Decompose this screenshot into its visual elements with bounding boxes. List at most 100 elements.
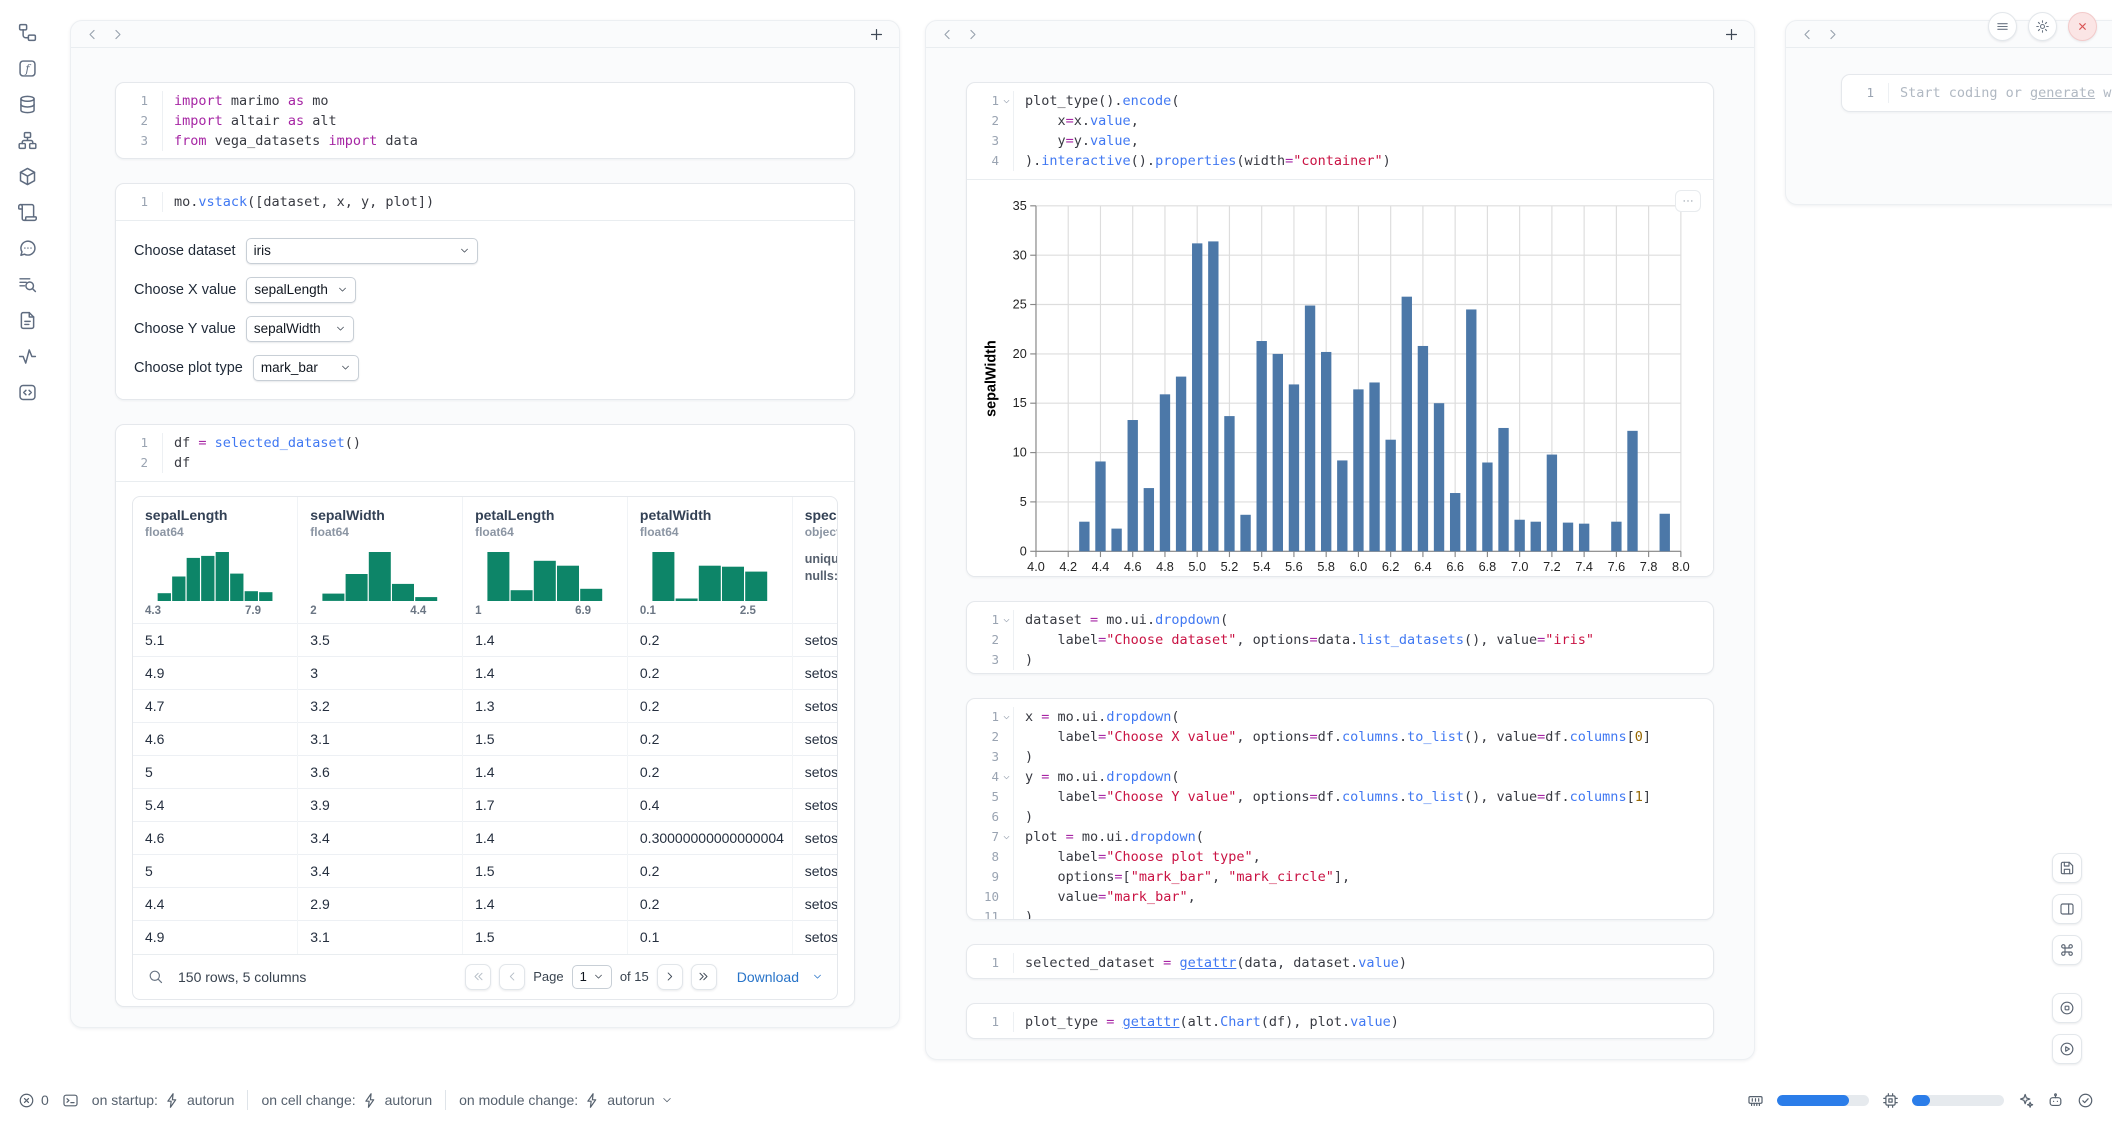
last-page-button[interactable] [691, 964, 717, 990]
column-histogram[interactable] [145, 549, 285, 601]
column-histogram[interactable] [475, 549, 615, 601]
fold-icon[interactable] [999, 610, 1013, 630]
documentation-icon [17, 310, 38, 331]
table-row[interactable]: 5.13.51.40.2setosa [133, 624, 837, 657]
menu-button[interactable] [1988, 12, 2017, 41]
code-line: 1import marimo as mo [122, 91, 844, 111]
code-line: 5 label="Choose Y value", options=df.col… [973, 787, 1703, 807]
cell-plot: 1plot_type().encode(2 x=x.value,3 y=y.va… [966, 82, 1714, 577]
column-histogram[interactable] [640, 549, 780, 601]
hamburger-icon [1995, 19, 2010, 34]
column-header[interactable]: sepalWidthfloat6424.4 [298, 497, 463, 624]
chevron-right-icon[interactable] [965, 27, 980, 42]
download-button[interactable]: Download [737, 969, 823, 985]
y-value-dropdown[interactable]: sepalWidth [246, 316, 354, 342]
tool-rail: f [0, 0, 54, 403]
svg-text:4.8: 4.8 [1156, 560, 1174, 574]
svg-text:7.6: 7.6 [1608, 560, 1626, 574]
table-row[interactable]: 4.73.21.30.2setosa [133, 690, 837, 723]
sidebar-documentation-button[interactable] [17, 310, 38, 331]
sidebar-tracing-button[interactable] [17, 346, 38, 367]
file-tree-icon [17, 22, 38, 43]
fold-icon[interactable] [999, 91, 1013, 111]
table-row[interactable]: 4.63.41.40.30000000000000004setosa [133, 822, 837, 855]
add-column-button[interactable] [1723, 26, 1740, 43]
column-header[interactable]: petalWidthfloat640.12.5 [627, 497, 792, 624]
layout-button[interactable] [2052, 894, 2082, 924]
table-row[interactable]: 53.61.40.2setosa [133, 756, 837, 789]
copilot-button[interactable] [2047, 1092, 2064, 1109]
code-line: 4y = mo.ui.dropdown( [973, 767, 1703, 787]
code-editor-vstack[interactable]: 1mo.vstack([dataset, x, y, plot]) [116, 184, 854, 220]
code-editor-dataframe[interactable]: 1df = selected_dataset()2df [116, 425, 854, 481]
prev-page-button[interactable] [499, 964, 525, 990]
column-histogram[interactable] [310, 549, 450, 601]
chevron-right-icon[interactable] [1825, 27, 1840, 42]
terminal-button[interactable] [62, 1092, 79, 1109]
on-cell-change-setting[interactable]: on cell change: autorun [261, 1092, 432, 1109]
chevron-left-icon[interactable] [940, 27, 955, 42]
table-row[interactable]: 4.931.40.2setosa [133, 657, 837, 690]
code-editor-plottype[interactable]: 1plot_type = getattr(alt.Chart(df), plot… [967, 1004, 1713, 1039]
generate-with-ai-link[interactable]: generate [2030, 83, 2095, 103]
first-page-button[interactable] [465, 964, 491, 990]
search-icon[interactable] [147, 968, 164, 985]
table-scroll-area[interactable]: sepalLengthfloat644.37.9sepalWidthfloat6… [133, 497, 837, 954]
plot-type-dropdown[interactable]: mark_bar [253, 355, 359, 381]
on-module-change-setting[interactable]: on module change: autorun [459, 1092, 673, 1109]
sidebar-file-tree-button[interactable] [17, 22, 38, 43]
table-row[interactable]: 4.63.11.50.2setosa [133, 723, 837, 756]
code-editor-selected[interactable]: 1selected_dataset = getattr(data, datase… [967, 945, 1713, 980]
sidebar-database-button[interactable] [17, 94, 38, 115]
column-header[interactable]: petalLengthfloat6416.9 [463, 497, 628, 624]
fold-icon[interactable] [999, 767, 1013, 787]
shutdown-button[interactable] [2068, 12, 2097, 41]
chevron-left-icon[interactable] [1800, 27, 1815, 42]
interrupt-button[interactable] [2052, 993, 2082, 1023]
code-editor-empty[interactable]: 1 Start coding or generate with AI [1842, 75, 2112, 111]
dataset-dropdown[interactable]: iris [246, 238, 478, 264]
errors-button[interactable]: 0 [18, 1092, 49, 1109]
sidebar-snippets-button[interactable] [17, 382, 38, 403]
sidebar-function-button[interactable]: f [17, 58, 38, 79]
svg-text:35: 35 [1013, 199, 1027, 213]
save-button[interactable] [2052, 853, 2082, 883]
connection-status-button[interactable] [2077, 1092, 2094, 1109]
code-editor-xyplot[interactable]: 1x = mo.ui.dropdown(2 label="Choose X va… [967, 699, 1713, 920]
code-editor-dataset[interactable]: 1dataset = mo.ui.dropdown(2 label="Choos… [967, 602, 1713, 674]
page-select[interactable]: 1 [572, 965, 612, 989]
bar-chart[interactable]: 4.04.24.44.64.85.05.25.45.65.86.06.26.46… [983, 192, 1697, 577]
sidebar-scratchpad-button[interactable] [17, 202, 38, 223]
chart-options-button[interactable] [1675, 190, 1701, 212]
ai-assist-button[interactable] [2017, 1092, 2034, 1109]
chevron-left-icon[interactable] [85, 27, 100, 42]
column-header[interactable]: speciesobjectunique:nulls: [792, 497, 837, 624]
cell-imports: 1import marimo as mo2import altair as al… [115, 82, 855, 159]
bolt-icon [362, 1092, 379, 1109]
on-startup-setting[interactable]: on startup: autorun [92, 1092, 235, 1109]
code-editor-imports[interactable]: 1import marimo as mo2import altair as al… [116, 83, 854, 159]
add-column-button[interactable] [868, 26, 885, 43]
table-row[interactable]: 53.41.50.2setosa [133, 855, 837, 888]
sidebar-dependency-graph-button[interactable] [17, 130, 38, 151]
run-all-button[interactable] [2052, 1034, 2082, 1064]
fold-icon[interactable] [999, 827, 1013, 847]
shortcuts-button[interactable] [2052, 935, 2082, 965]
table-row[interactable]: 4.42.91.40.2setosa [133, 888, 837, 921]
sidebar-package-button[interactable] [17, 166, 38, 187]
chevron-down-icon [340, 362, 351, 373]
command-icon [2059, 942, 2075, 958]
sidebar-logs-button[interactable] [17, 274, 38, 295]
next-page-button[interactable] [657, 964, 683, 990]
fold-icon[interactable] [999, 707, 1013, 727]
table-row[interactable]: 5.43.91.70.4setosa [133, 789, 837, 822]
x-value-dropdown[interactable]: sepalLength [246, 277, 356, 303]
chevron-right-icon[interactable] [110, 27, 125, 42]
table-row[interactable]: 4.93.11.50.1setosa [133, 921, 837, 954]
settings-button[interactable] [2028, 12, 2057, 41]
cell-selected-dataset: 1selected_dataset = getattr(data, datase… [966, 944, 1714, 980]
code-editor-plot[interactable]: 1plot_type().encode(2 x=x.value,3 y=y.va… [967, 83, 1713, 179]
panel-notebook-left: 1import marimo as mo2import altair as al… [70, 20, 900, 1028]
column-header[interactable]: sepalLengthfloat644.37.9 [133, 497, 298, 624]
sidebar-chat-button[interactable] [17, 238, 38, 259]
